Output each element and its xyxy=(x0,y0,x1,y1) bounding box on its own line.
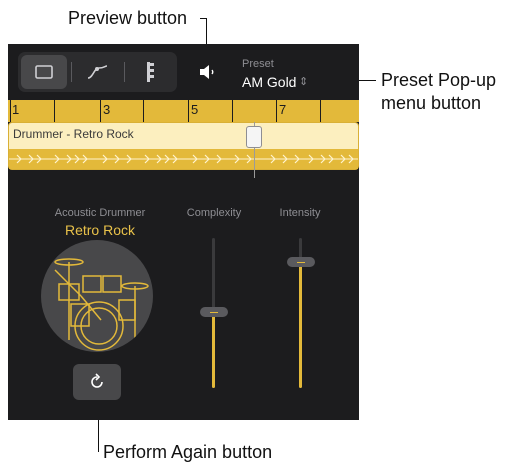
drum-kit-image[interactable] xyxy=(41,240,153,352)
complexity-slider-fill xyxy=(212,315,215,388)
preset-label: Preset xyxy=(242,58,274,70)
drummer-name: Retro Rock xyxy=(64,222,136,238)
complexity-slider-thumb[interactable] xyxy=(200,307,228,317)
ruler-tick xyxy=(10,100,11,122)
preview-callout-leader-tick xyxy=(200,18,207,19)
thumb-marker xyxy=(210,311,218,313)
timeline-ruler[interactable]: 1 3 5 7 xyxy=(8,100,359,122)
ruler-bar-number: 5 xyxy=(191,102,199,117)
preset-popup-menu-button[interactable]: AM Gold xyxy=(242,74,296,90)
intensity-slider-thumb[interactable] xyxy=(287,257,315,267)
tab-automation-view[interactable] xyxy=(74,55,120,89)
refresh-icon xyxy=(91,373,103,388)
preview-button-callout: Preview button xyxy=(68,8,188,28)
drummer-region[interactable]: Drummer - Retro Rock xyxy=(8,122,359,170)
thumb-marker xyxy=(297,261,305,263)
ruler-bar-number: 7 xyxy=(279,102,287,117)
segment-divider xyxy=(124,62,125,82)
region-beat-strip xyxy=(9,149,358,169)
segment-divider xyxy=(71,62,72,82)
ruler-tick xyxy=(232,100,233,122)
ruler-tick xyxy=(276,100,277,122)
ruler-tick xyxy=(100,100,101,122)
region-name: Drummer - Retro Rock xyxy=(13,127,134,141)
preset-popup-callout-line1: Preset Pop-up xyxy=(381,70,497,90)
drum-kit-icon xyxy=(54,258,149,351)
drummer-type-label: Acoustic Drummer xyxy=(54,207,146,219)
complexity-label: Complexity xyxy=(186,207,242,219)
intensity-slider-fill xyxy=(299,263,302,388)
tab-notation-view[interactable] xyxy=(127,55,173,89)
drummer-editor-panel: Preset AM Gold ⇕ 1 3 5 7 Drummer - Retro… xyxy=(8,44,359,420)
perform-again-button[interactable] xyxy=(73,364,121,400)
ruler-bar-number: 3 xyxy=(103,102,111,117)
ruler-tick xyxy=(143,100,144,122)
tab-region-view[interactable] xyxy=(21,55,67,89)
ruler-tick xyxy=(188,100,189,122)
playhead-handle[interactable] xyxy=(246,126,262,148)
curve-icon xyxy=(87,65,108,79)
ruler-tick xyxy=(54,100,55,122)
rectangle-icon xyxy=(35,65,53,79)
beat-pattern-graphic xyxy=(9,154,358,164)
ruler-bar-number: 1 xyxy=(12,102,20,117)
intensity-label: Intensity xyxy=(279,207,321,219)
speaker-icon xyxy=(200,65,214,79)
preview-button[interactable] xyxy=(197,62,217,82)
perform-again-callout: Perform Again button xyxy=(103,442,273,462)
view-segmented-control xyxy=(18,52,177,92)
preset-popup-callout-line2: menu button xyxy=(381,93,482,113)
drummer-notation-icon xyxy=(147,62,154,82)
ruler-tick xyxy=(320,100,321,122)
chevron-updown-icon[interactable]: ⇕ xyxy=(299,75,308,88)
